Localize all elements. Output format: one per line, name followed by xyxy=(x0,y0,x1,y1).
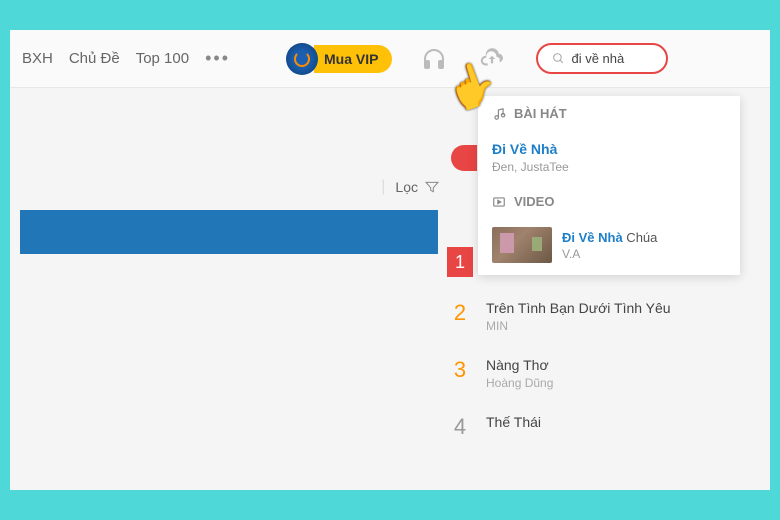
nav-more-icon[interactable]: ••• xyxy=(205,48,230,69)
chart-row[interactable]: 2 Trên Tình Bạn Dưới Tình Yêu MIN xyxy=(448,288,738,345)
play-box-icon xyxy=(492,195,506,209)
filter-icon[interactable] xyxy=(424,179,440,195)
red-indicator xyxy=(451,145,477,171)
video-info: Đi Về Nhà Chúa V.A xyxy=(562,230,726,261)
video-artist: V.A xyxy=(562,247,726,261)
song-artist: Đen, JustaTee xyxy=(492,160,726,174)
search-result-video[interactable]: Đi Về Nhà Chúa V.A xyxy=(478,219,740,275)
video-thumbnail xyxy=(492,227,552,263)
vip-badge[interactable]: Mua VIP xyxy=(286,43,392,75)
video-title: Đi Về Nhà Chúa xyxy=(562,230,726,245)
chart-artist: MIN xyxy=(486,319,738,333)
vip-label: Mua VIP xyxy=(314,45,392,73)
chart-rank: 4 xyxy=(448,414,472,440)
chart-artist: Hoàng Dũng xyxy=(486,376,738,390)
chart-list: 2 Trên Tình Bạn Dưới Tình Yêu MIN 3 Nàng… xyxy=(448,260,738,452)
filter-label[interactable]: Lọc xyxy=(395,179,418,195)
section-video-header: VIDEO xyxy=(478,184,740,219)
nav-top100[interactable]: Top 100 xyxy=(136,50,189,67)
search-dropdown: BÀI HÁT Đi Về Nhà Đen, JustaTee VIDEO Đi… xyxy=(478,96,740,275)
search-icon xyxy=(552,52,565,65)
chart-title: Nàng Thơ xyxy=(486,357,738,373)
nav-chu-de[interactable]: Chủ Đề xyxy=(69,50,120,67)
section-video-label: VIDEO xyxy=(514,194,554,209)
search-query: đi về nhà xyxy=(571,51,624,66)
section-songs-label: BÀI HÁT xyxy=(514,106,567,121)
search-result-song[interactable]: Đi Về Nhà Đen, JustaTee xyxy=(478,131,740,184)
vip-logo-icon xyxy=(286,43,318,75)
header-bar: BXH Chủ Đề Top 100 ••• Mua VIP đi về nhà xyxy=(10,30,770,88)
chart-row[interactable]: 4 Thế Thái xyxy=(448,402,738,452)
nav-bxh[interactable]: BXH xyxy=(22,50,53,67)
section-songs-header: BÀI HÁT xyxy=(478,96,740,131)
filter-separator: | xyxy=(381,178,385,196)
search-input[interactable]: đi về nhà xyxy=(536,43,668,74)
chart-row[interactable]: 3 Nàng Thơ Hoàng Dũng xyxy=(448,345,738,402)
song-title: Đi Về Nhà xyxy=(492,141,726,157)
pointer-hand-annotation: 👆 xyxy=(445,62,497,111)
chart-title: Thế Thái xyxy=(486,414,738,430)
chart-rank: 2 xyxy=(448,300,472,326)
chart-rank: 3 xyxy=(448,357,472,383)
chart-title: Trên Tình Bạn Dưới Tình Yêu xyxy=(486,300,738,316)
selected-row-highlight[interactable] xyxy=(20,210,438,254)
